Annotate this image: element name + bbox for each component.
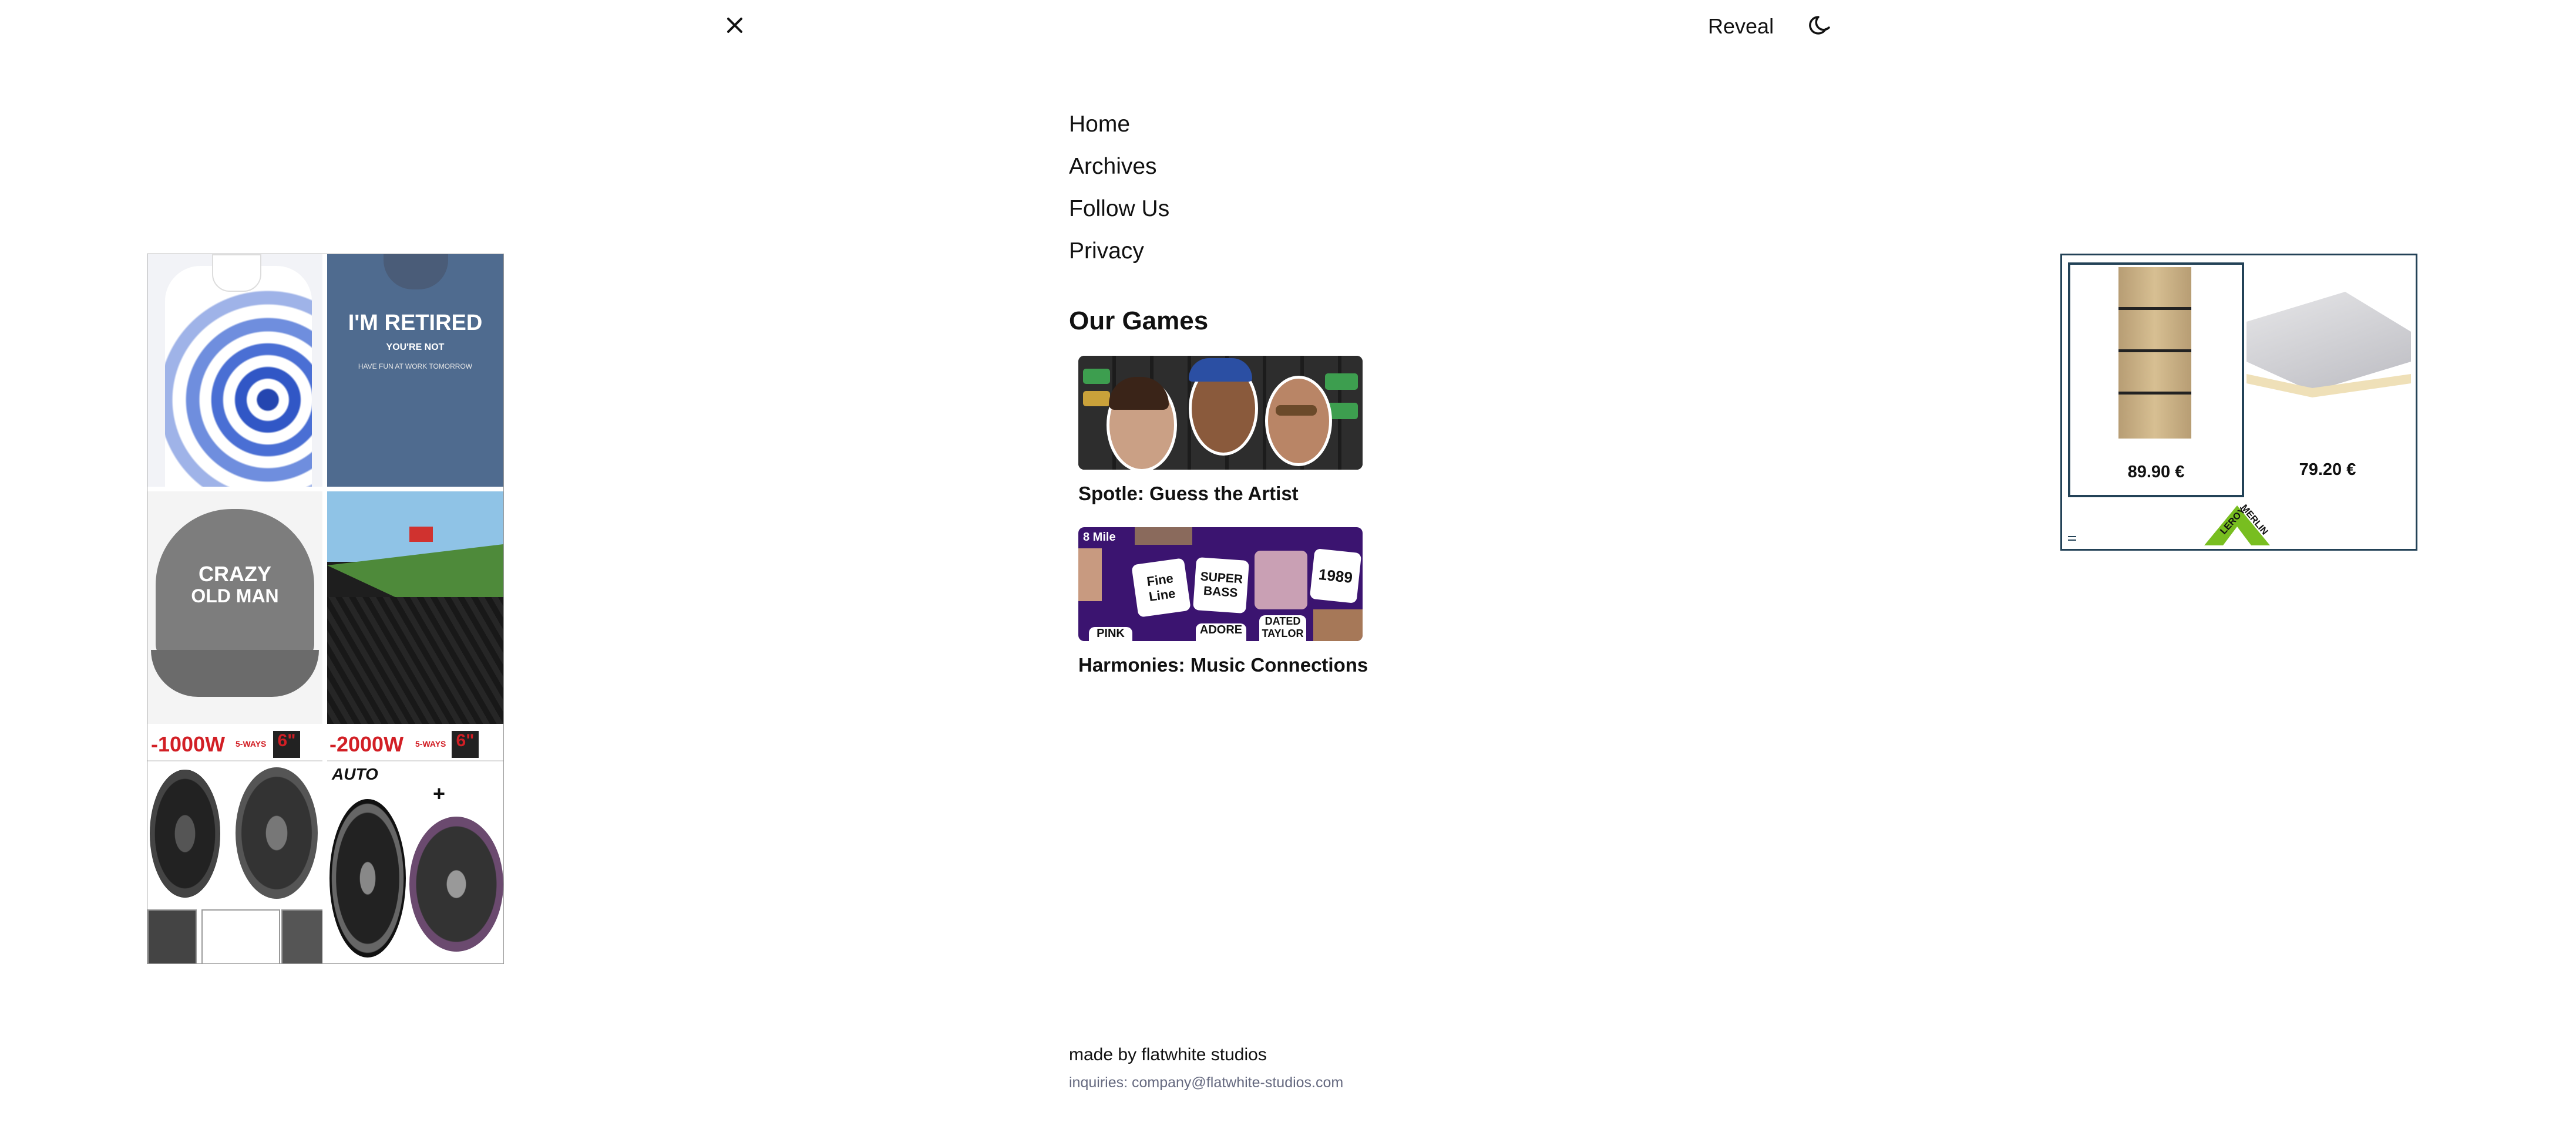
ad-text: I'M RETIRED xyxy=(348,311,483,335)
menu-item-archives[interactable]: Archives xyxy=(1069,146,1169,188)
spotle-thumbnail xyxy=(1078,356,1363,470)
game-card-harmonies[interactable]: 8 Mile Fine Line SUPER BASS 1989 DATED T… xyxy=(1078,527,1368,676)
tile-text: PINK xyxy=(1089,627,1132,641)
ad-text: 5-WAYS xyxy=(236,739,267,749)
game-label-spotle: Spotle: Guess the Artist xyxy=(1078,483,1299,504)
ad-text: 5-WAYS xyxy=(415,739,446,749)
ad-product-golf-shirt[interactable] xyxy=(327,491,503,724)
footer-credit: made by flatwhite studios xyxy=(1069,1045,1267,1064)
ad-text: AUTO xyxy=(332,765,378,783)
theme-toggle-button[interactable] xyxy=(1808,12,1835,39)
our-games-heading: Our Games xyxy=(1069,306,1209,335)
ad-text: OLD MAN xyxy=(191,585,279,606)
ad-product-cap[interactable]: CRAZY OLD MAN xyxy=(147,491,322,724)
ad-product-speakers-2000w[interactable]: -2000W 5-WAYS 6" AUTO + xyxy=(327,729,503,963)
main-menu: Home Archives Follow Us Privacy xyxy=(1069,103,1169,272)
ad-product-polo-shirt[interactable] xyxy=(147,254,322,487)
ad-product-speakers-1000w[interactable]: -1000W 5-WAYS 6" xyxy=(147,729,322,963)
right-advertisement[interactable]: 89.90 € 79.20 € LEROY MERLIN xyxy=(2060,254,2417,551)
footer-inquiries-link[interactable]: inquiries: company@flatwhite-studios.com xyxy=(1069,1074,1343,1091)
ad-text: -2000W xyxy=(329,732,404,756)
close-button[interactable] xyxy=(721,12,748,39)
tile-text: SUPER BASS xyxy=(1192,557,1250,614)
game-label-harmonies: Harmonies: Music Connections xyxy=(1078,654,1368,676)
tile-text: 8 Mile xyxy=(1083,531,1116,544)
menu-item-privacy[interactable]: Privacy xyxy=(1069,230,1169,272)
menu-item-follow-us[interactable]: Follow Us xyxy=(1069,188,1169,230)
leroy-merlin-logo: LEROY MERLIN xyxy=(2198,500,2276,547)
menu-item-home[interactable]: Home xyxy=(1069,103,1169,146)
ad-text: -1000W xyxy=(151,732,226,756)
ad-menu-icon[interactable] xyxy=(2067,534,2077,543)
product-price: 89.90 € xyxy=(2127,463,2185,481)
moon-icon xyxy=(1809,16,1830,35)
reveal-button[interactable]: Reveal xyxy=(1708,13,1774,40)
ad-text: 6" xyxy=(273,731,300,758)
ad-text: YOU'RE NOT xyxy=(386,342,445,352)
product-price: 79.20 € xyxy=(2299,460,2356,479)
tile-text: DATED TAYLOR xyxy=(1259,615,1306,641)
close-icon xyxy=(727,18,742,33)
ad-text: HAVE FUN AT WORK TOMORROW xyxy=(358,362,473,370)
ad-product-door[interactable]: 89.90 € xyxy=(2068,262,2244,497)
harmonies-thumbnail: 8 Mile Fine Line SUPER BASS 1989 DATED T… xyxy=(1078,527,1363,641)
tile-text: ADORE xyxy=(1196,623,1246,641)
ad-close-icon[interactable] xyxy=(480,733,501,754)
ad-close-icon[interactable] xyxy=(301,733,322,754)
ad-text: CRAZY xyxy=(199,562,271,586)
ad-product-insulation-panel[interactable]: 79.20 € xyxy=(2242,262,2413,493)
ad-text: 6" xyxy=(452,731,479,758)
tile-text: Fine Line xyxy=(1131,558,1191,618)
left-advertisement[interactable]: I'M RETIRED YOU'RE NOT HAVE FUN AT WORK … xyxy=(147,254,504,964)
ad-product-retired-tee[interactable]: I'M RETIRED YOU'RE NOT HAVE FUN AT WORK … xyxy=(327,254,503,487)
tile-text: 1989 xyxy=(1309,548,1362,604)
game-card-spotle[interactable]: Spotle: Guess the Artist xyxy=(1078,356,1363,505)
